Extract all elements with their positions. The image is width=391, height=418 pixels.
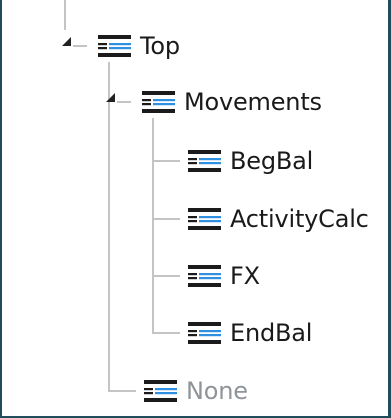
tree-node-label: FX: [230, 262, 260, 290]
tree-view: Top Movements BegBal ActivityCalc FX End…: [0, 0, 391, 418]
tree-connector: [152, 118, 154, 334]
tree-connector: [152, 275, 180, 277]
tree-node-begbal[interactable]: BegBal: [188, 144, 313, 178]
dimension-member-icon: [142, 91, 175, 113]
tree-node-fx[interactable]: FX: [188, 259, 260, 293]
dimension-member-icon: [144, 380, 177, 402]
tree-connector: [73, 45, 87, 47]
tree-node-none[interactable]: None: [144, 374, 248, 408]
tree-node-movements[interactable]: Movements: [142, 85, 322, 119]
dimension-member-icon: [98, 35, 131, 57]
tree-connector: [64, 0, 66, 30]
tree-node-label: BegBal: [230, 147, 314, 175]
dimension-member-icon: [188, 208, 221, 230]
tree-node-top[interactable]: Top: [98, 29, 180, 63]
tree-connector: [108, 390, 136, 392]
dimension-member-icon: [188, 265, 221, 287]
tree-node-label: None: [186, 377, 248, 405]
tree-node-activitycalc[interactable]: ActivityCalc: [188, 202, 369, 236]
tree-node-label: Top: [140, 32, 180, 60]
tree-connector: [152, 218, 180, 220]
tree-node-label: EndBal: [230, 319, 313, 347]
tree-node-label: Movements: [184, 88, 322, 116]
tree-node-label: ActivityCalc: [230, 205, 369, 233]
collapse-toggle-icon[interactable]: [62, 37, 71, 46]
tree-connector: [108, 62, 110, 392]
collapse-toggle-icon[interactable]: [106, 93, 115, 102]
tree-connector: [152, 160, 180, 162]
dimension-member-icon: [188, 322, 221, 344]
dimension-member-icon: [188, 150, 221, 172]
tree-node-endbal[interactable]: EndBal: [188, 316, 312, 350]
tree-connector: [117, 101, 131, 103]
tree-connector: [152, 332, 180, 334]
